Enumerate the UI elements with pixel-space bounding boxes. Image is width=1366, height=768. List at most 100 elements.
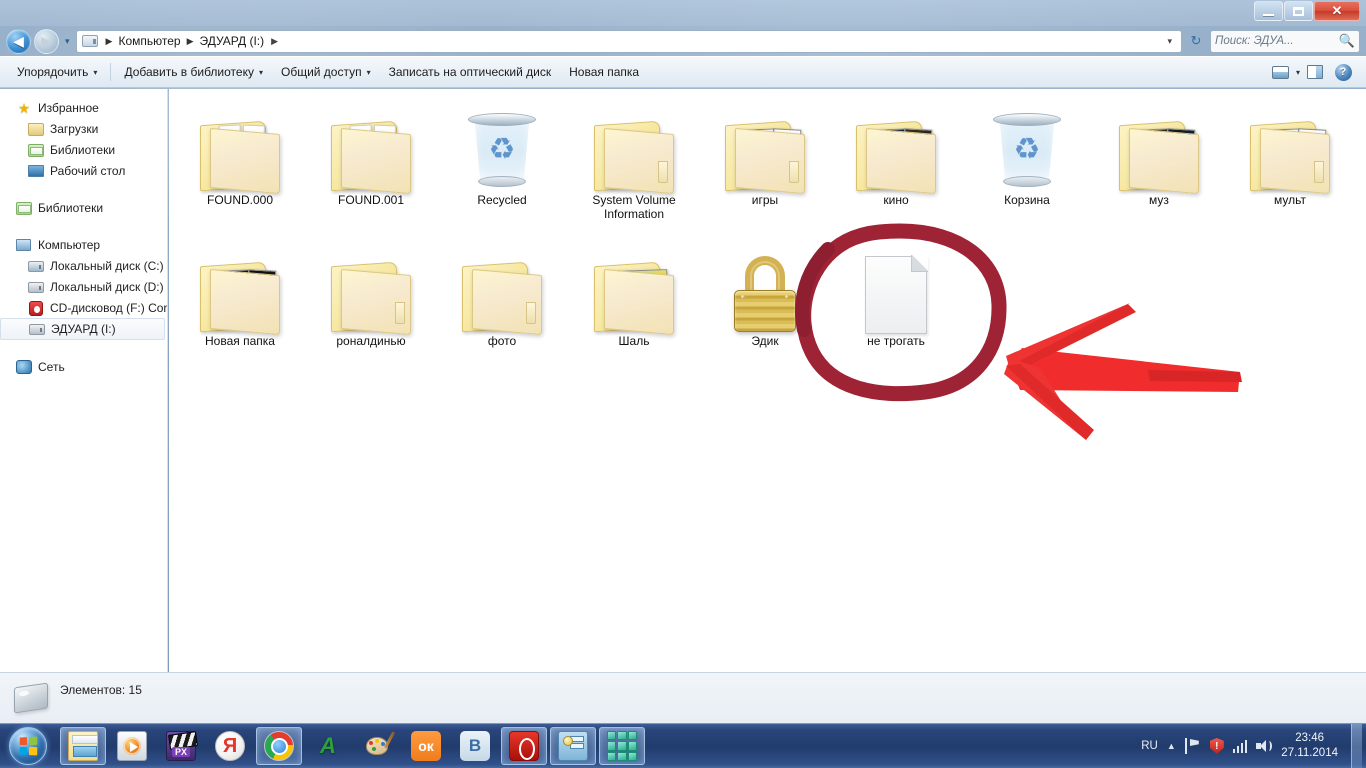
change-view-button[interactable] [1268,61,1294,83]
show-hidden-icons-icon[interactable]: ▲ [1167,741,1176,751]
taskbar-item-yandex[interactable]: Я [207,727,253,765]
breadcrumb[interactable]: ▶ Компьютер ▶ ЭДУАРД (I:) ▶ ▾ [75,29,1182,53]
sidebar-item-drive-d[interactable]: Локальный диск (D:) [0,276,167,297]
file-item[interactable]: System Volume Information [569,93,699,221]
refresh-icon[interactable]: ↻ [1185,30,1207,52]
sidebar-item-desktop[interactable]: Рабочий стол [0,160,167,181]
taskbar-item-explorer[interactable] [60,727,106,765]
sidebar-item-favorites[interactable]: ★ Избранное [0,97,167,118]
clock[interactable]: 23:46 27.11.2014 [1281,731,1338,761]
windows-logo-icon [9,727,47,765]
taskbar-item-paint[interactable] [354,727,400,765]
toolbar-new-folder-button[interactable]: Новая папка [560,61,648,83]
file-item[interactable]: ♻ Корзина [962,93,1092,207]
file-item[interactable]: роналдинью [306,234,436,348]
file-label: фото [487,334,517,348]
sidebar-item-network[interactable]: Сеть [0,356,167,377]
folder-empty-icon [437,234,567,336]
breadcrumb-item-drive[interactable]: ЭДУАРД (I:) [197,33,266,49]
sidebar-label-libraries: Библиотеки [38,200,104,215]
downloads-icon [28,121,44,137]
view-chevron-down-icon[interactable]: ▾ [1296,68,1300,77]
taskbar-item-odnoklassniki[interactable]: ок [403,727,449,765]
minimize-button[interactable] [1254,1,1283,21]
toolbar-organize-button[interactable]: Упорядочить ▾ [8,61,106,83]
start-button[interactable] [2,725,54,767]
volume-icon[interactable] [1256,739,1273,753]
file-item[interactable]: фото [437,234,567,348]
taskbar-item-amigo[interactable]: A [305,727,351,765]
breadcrumb-separator-2[interactable]: ▶ [266,36,283,47]
explorer-window: ✕ ◀ ▶ ▾ ▶ Компьютер ▶ ЭДУАРД (I:) ▶ ▾ ↻ … [0,0,1366,723]
navigation-pane[interactable]: ★ Избранное Загрузки Библиотеки Рабочий … [0,89,168,672]
window-titlebar: ✕ [0,0,1366,26]
recent-pages-dropdown-icon[interactable]: ▾ [62,36,73,47]
sidebar-item-downloads[interactable]: Загрузки [0,118,167,139]
file-item[interactable]: FOUND.000 [175,93,305,207]
movie-editor-label: PX [171,747,190,757]
network-icon [16,359,32,375]
file-item[interactable]: мульт [1225,93,1355,207]
computer-icon [16,237,32,253]
odnoklassniki-icon: ок [411,731,441,761]
taskbar-item-control-panel[interactable] [550,727,596,765]
file-item[interactable]: Шаль [569,234,699,348]
breadcrumb-item-computer[interactable]: Компьютер [116,33,182,49]
sidebar-item-drive-i[interactable]: ЭДУАРД (I:) [0,318,165,340]
sidebar-label-drive-i: ЭДУАРД (I:) [51,322,116,336]
chevron-down-icon: ▾ [93,67,98,77]
settings-icon [558,731,588,761]
toolbar-divider [110,63,112,81]
sidebar-item-drive-f[interactable]: CD-дисковод (F:) Cor [0,297,167,318]
taskbar-item-gems-game[interactable] [599,727,645,765]
preview-pane-button[interactable] [1302,61,1328,83]
file-item[interactable]: FOUND.001 [306,93,436,207]
sidebar-item-libraries-fav[interactable]: Библиотеки [0,139,167,160]
sidebar-item-libraries[interactable]: Библиотеки [0,197,167,218]
back-button[interactable]: ◀ [6,28,31,54]
network-signal-icon[interactable] [1232,739,1248,753]
toolbar-burn-disc-button[interactable]: Записать на оптический диск [380,61,561,83]
recycle-bin-icon: ♻ [962,93,1092,193]
file-item[interactable]: ♻ Recycled [437,93,567,207]
flag-icon[interactable] [1184,738,1201,754]
file-list-pane[interactable]: FOUND.000 FOUND.001 ♻ Recycled System Vo… [169,89,1366,672]
taskbar-item-media-player[interactable] [109,727,155,765]
file-item[interactable]: муз [1094,93,1224,207]
file-item[interactable]: не трогать [831,234,961,348]
explorer-icon [68,731,98,761]
taskbar-item-vkontakte[interactable]: B [452,727,498,765]
sidebar-item-drive-c[interactable]: Локальный диск (C:) [0,255,167,276]
folder-empty-icon [569,93,699,195]
file-item[interactable]: Новая папка [175,234,305,348]
toolbar-add-to-library-label: Добавить в библиотеку [124,65,254,79]
file-item[interactable]: кино [831,93,961,207]
blank-document-icon [831,234,961,334]
sidebar-label-drive-d: Локальный диск (D:) [50,279,164,294]
language-indicator[interactable]: RU [1141,740,1158,752]
file-item[interactable]: Эдик [700,234,830,348]
search-icon[interactable]: 🔍 [1339,33,1355,49]
file-label: роналдинью [336,334,406,348]
status-bar: Элементов: 15 [0,672,1366,723]
sidebar-item-computer[interactable]: Компьютер [0,234,167,255]
search-placeholder: Поиск: ЭДУА... [1215,35,1294,47]
toolbar-add-to-library-button[interactable]: Добавить в библиотеку ▾ [115,61,272,83]
search-input[interactable]: Поиск: ЭДУА... 🔍 [1210,29,1360,53]
breadcrumb-dropdown-icon[interactable]: ▾ [1161,36,1178,47]
taskbar-item-px-movie[interactable]: PX [158,727,204,765]
taskbar-item-opera[interactable] [501,727,547,765]
close-button[interactable]: ✕ [1314,1,1360,21]
show-desktop-button[interactable] [1351,723,1362,768]
security-shield-icon[interactable] [1209,738,1224,754]
folder-with-papers-icon [1225,93,1355,195]
maximize-button[interactable] [1284,1,1313,21]
file-item[interactable]: игры [700,93,830,207]
taskbar-item-chrome[interactable] [256,727,302,765]
toolbar-share-button[interactable]: Общий доступ ▾ [272,61,380,83]
forward-button[interactable]: ▶ [34,28,59,54]
toolbar-organize-label: Упорядочить [17,65,89,79]
help-button[interactable]: ? [1330,61,1356,83]
file-label: Новая папка [205,334,275,348]
